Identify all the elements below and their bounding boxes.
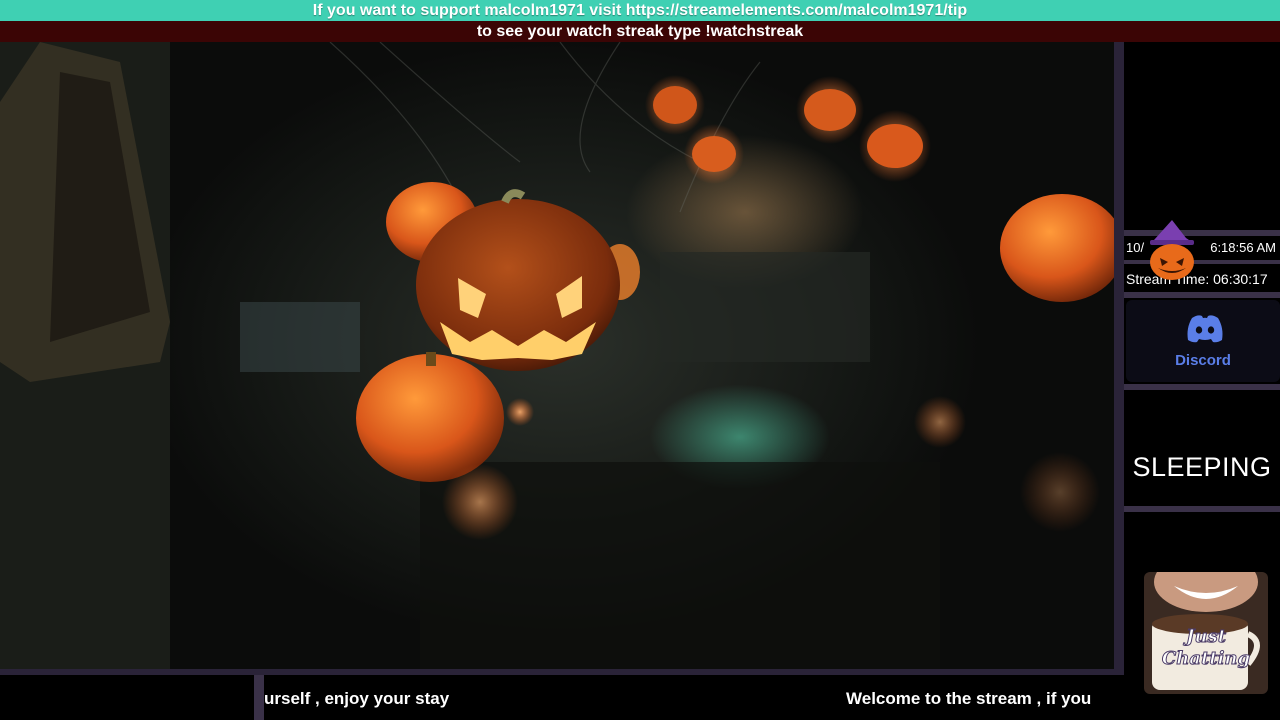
armchair — [240, 302, 360, 372]
floating-pumpkin — [692, 136, 736, 172]
watchstreak-banner: to see your watch streak type !watchstre… — [0, 21, 1280, 42]
halloween-scene — [0, 42, 1114, 669]
floating-pumpkin — [804, 89, 856, 131]
floating-pumpkin — [356, 354, 504, 482]
stream-overlay: If you want to support malcolm1971 visit… — [0, 0, 1280, 720]
floating-pumpkin — [867, 124, 923, 168]
ticker-divider — [254, 675, 264, 720]
stream-video — [0, 42, 1114, 669]
watchstreak-banner-text: to see your watch streak type !watchstre… — [476, 23, 804, 40]
message-ticker: urself , enjoy your stay Welcome to the … — [0, 675, 1124, 720]
sidebar-divider — [1124, 506, 1280, 512]
support-banner-text: If you want to support malcolm1971 visit… — [312, 2, 968, 19]
status-label: SLEEPING — [1132, 452, 1272, 482]
pumpkin-hat-icon — [1150, 220, 1194, 280]
ticker-text: urself , enjoy your stay — [264, 689, 450, 708]
frame-border — [1114, 42, 1124, 720]
floating-pumpkin — [653, 86, 697, 124]
cobwebs — [329, 42, 761, 213]
discord-link[interactable]: Discord — [1126, 300, 1280, 382]
sidebar-divider — [1124, 292, 1280, 298]
clock-date: 10/ — [1126, 240, 1145, 255]
jack-o-lantern — [416, 199, 620, 371]
just-chatting-badge: Just Chatting — [1144, 572, 1268, 694]
svg-text:Just: Just — [1183, 626, 1227, 647]
support-banner: If you want to support malcolm1971 visit… — [0, 0, 1280, 21]
floating-pumpkin — [1000, 194, 1114, 302]
fireplace — [660, 252, 870, 362]
sidebar: 10/ 6:18:56 AM Stream Time: 06:30:17 Dis… — [1124, 42, 1280, 720]
sidebar-divider — [1124, 384, 1280, 390]
svg-text:Chatting: Chatting — [1162, 648, 1250, 669]
clock-time: 6:18:56 AM — [1210, 240, 1276, 255]
discord-label: Discord — [1175, 352, 1231, 369]
discord-icon — [1187, 315, 1223, 343]
ticker-text: Welcome to the stream , if you — [846, 689, 1092, 708]
